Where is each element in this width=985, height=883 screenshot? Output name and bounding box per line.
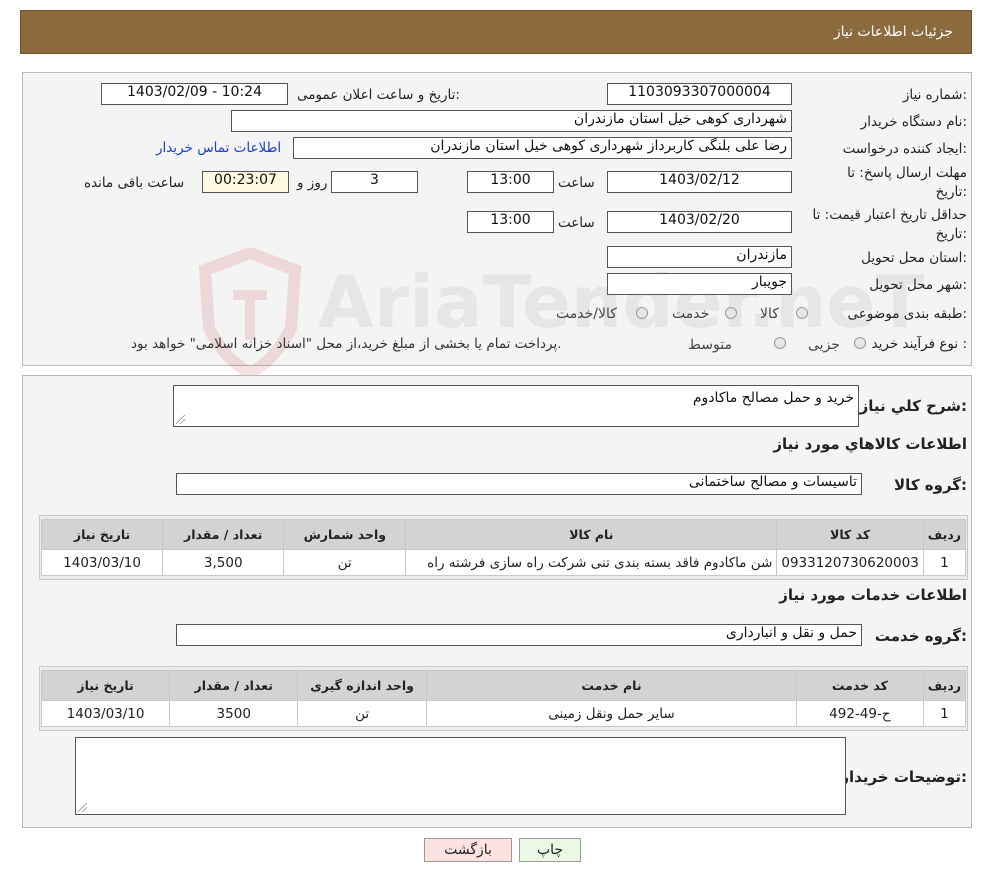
summary-label: شرح کلي نياز: xyxy=(859,397,967,415)
resize-handle-icon[interactable] xyxy=(176,415,185,424)
col-service-name: نام خدمت xyxy=(425,670,798,701)
col-row: ردیف xyxy=(922,519,967,550)
cell-row: 1 xyxy=(922,549,967,576)
city-label: شهر محل تحویل: xyxy=(869,277,967,293)
category-radio-goods[interactable] xyxy=(796,307,808,319)
process-option-minor: جزیی xyxy=(808,337,840,353)
creator-field: رضا علی بلنگی کاربرداز شهرداری کوهی خیل … xyxy=(293,137,792,159)
page-title: جزئیات اطلاعات نیاز xyxy=(833,24,953,40)
col-measure-unit: واحد اندازه گیری xyxy=(297,670,427,701)
watermark-shield-icon xyxy=(198,246,302,380)
validity-time-label: ساعت xyxy=(558,215,595,231)
days-label: روز و xyxy=(297,175,328,191)
buyer-notes-field[interactable] xyxy=(75,737,846,815)
category-label: طبقه بندی موضوعی: xyxy=(847,306,967,322)
col-row: ردیف xyxy=(922,670,967,701)
cell-goods-code: 0933120730620003 xyxy=(776,549,924,576)
category-radio-goods-service[interactable] xyxy=(636,307,648,319)
validity-date-field: 1403/02/20 xyxy=(607,211,792,233)
cell-unit: تن xyxy=(283,549,407,576)
page-header: جزئیات اطلاعات نیاز xyxy=(20,10,972,54)
buyer-contact-link[interactable]: اطلاعات تماس خریدار xyxy=(156,140,281,156)
category-radio-service[interactable] xyxy=(725,307,737,319)
buyer-org-field: شهرداری کوهی خیل استان مازندران xyxy=(231,110,792,132)
services-section-title: اطلاعات خدمات مورد نياز xyxy=(779,586,967,604)
services-table-header: ردیف کد خدمت نام خدمت واحد اندازه گیری ت… xyxy=(40,670,967,701)
category-option-goods-service: کالا/خدمت xyxy=(556,306,617,322)
validity-label: حداقل تاریخ اعتبار قیمت: تا تاریخ: xyxy=(792,206,967,244)
process-note: پرداخت تمام یا بخشی از مبلغ خرید،از محل … xyxy=(131,336,562,352)
buyer-notes-label: توضیحات خریدار: xyxy=(840,768,967,786)
remaining-time-field: 00:23:07 xyxy=(202,171,289,193)
resize-handle-icon[interactable] xyxy=(78,803,87,812)
reply-deadline-label: مهلت ارسال پاسخ: تا تاریخ: xyxy=(827,164,967,202)
creator-label: ایجاد کننده درخواست: xyxy=(842,141,967,157)
col-goods-code: کد کالا xyxy=(776,519,924,550)
goods-table: ردیف کد کالا نام کالا واحد شمارش تعداد /… xyxy=(40,519,967,576)
col-quantity: تعداد / مقدار xyxy=(162,519,285,550)
buyer-org-label: نام دستگاه خریدار: xyxy=(860,114,967,130)
summary-text: خرید و حمل مصالح ماکادوم xyxy=(692,390,854,406)
cell-quantity: 3,500 xyxy=(162,549,285,576)
col-need-date: تاریخ نیاز xyxy=(40,670,171,701)
category-option-service: خدمت xyxy=(672,306,710,322)
watermark-logo xyxy=(195,246,305,380)
reply-time-field: 13:00 xyxy=(467,171,554,193)
announce-label: تاریخ و ساعت اعلان عمومی: xyxy=(297,87,460,103)
cell-service-code: ح-49-492 xyxy=(796,700,924,727)
announce-field: 1403/02/09 - 10:24 xyxy=(101,83,288,105)
col-goods-name: نام کالا xyxy=(405,519,778,550)
process-option-medium: متوسط xyxy=(688,337,732,353)
goods-group-label: گروه کالا: xyxy=(894,476,967,494)
reply-deadline-text: مهلت ارسال پاسخ: تا تاریخ: xyxy=(847,165,967,200)
reply-time-label: ساعت xyxy=(558,175,595,191)
cell-quantity: 3500 xyxy=(169,700,299,727)
category-option-goods: کالا xyxy=(760,306,779,322)
goods-group-field: تاسیسات و مصالح ساختمانی xyxy=(176,473,862,495)
col-quantity: تعداد / مقدار xyxy=(169,670,299,701)
province-label: استان محل تحویل: xyxy=(861,250,967,266)
validity-time-field: 13:00 xyxy=(467,211,554,233)
col-service-code: کد خدمت xyxy=(796,670,924,701)
back-button[interactable]: بازگشت xyxy=(424,838,512,862)
goods-table-header: ردیف کد کالا نام کالا واحد شمارش تعداد /… xyxy=(40,519,967,550)
cell-measure-unit: تن xyxy=(297,700,427,727)
cell-need-date: 1403/03/10 xyxy=(40,549,164,576)
goods-section-title: اطلاعات کالاهاي مورد نياز xyxy=(773,435,967,453)
summary-field[interactable]: خرید و حمل مصالح ماکادوم xyxy=(173,385,859,427)
cell-need-date: 1403/03/10 xyxy=(40,700,171,727)
city-field: جویبار xyxy=(607,273,792,295)
province-field: مازندران xyxy=(607,246,792,268)
service-group-field: حمل و نقل و انبارداری xyxy=(176,624,862,646)
services-table: ردیف کد خدمت نام خدمت واحد اندازه گیری ت… xyxy=(40,670,967,727)
process-radio-minor[interactable] xyxy=(854,337,866,349)
days-field: 3 xyxy=(331,171,418,193)
cell-service-name: سایر حمل ونقل زمینی xyxy=(425,700,798,727)
need-number-field: 1103093307000004 xyxy=(607,83,792,105)
service-group-label: گروه خدمت: xyxy=(874,627,967,645)
reply-date-field: 1403/02/12 xyxy=(607,171,792,193)
need-number-label: شماره نیاز: xyxy=(902,87,967,103)
col-need-date: تاریخ نیاز xyxy=(40,519,164,550)
cell-row: 1 xyxy=(922,700,967,727)
print-button[interactable]: چاپ xyxy=(519,838,581,862)
table-row: 1 0933120730620003 شن ماکادوم فاقد بسته … xyxy=(40,549,967,576)
process-label: نوع فرآیند خرید : xyxy=(871,336,967,352)
remaining-label: ساعت باقی مانده xyxy=(84,175,185,191)
process-radio-medium[interactable] xyxy=(774,337,786,349)
table-row: 1 ح-49-492 سایر حمل ونقل زمینی تن 3500 1… xyxy=(40,700,967,727)
validity-text: حداقل تاریخ اعتبار قیمت: تا تاریخ: xyxy=(812,207,967,242)
cell-goods-name: شن ماکادوم فاقد بسته بندی تنی شرکت راه س… xyxy=(405,549,778,576)
col-unit: واحد شمارش xyxy=(283,519,407,550)
